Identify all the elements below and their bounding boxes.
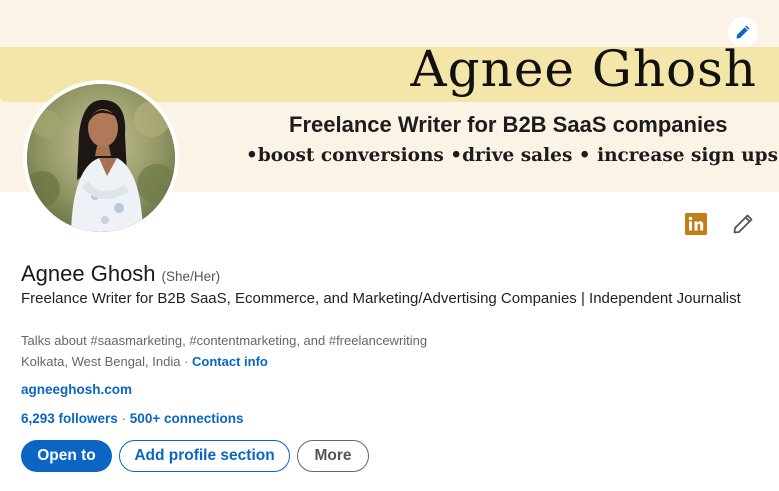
pencil-icon[interactable] [732, 213, 754, 235]
profile-photo [27, 84, 175, 232]
banner-name: Agnee Ghosh [410, 40, 757, 98]
website-link[interactable]: agneeghosh.com [21, 382, 132, 397]
location-separator: · [180, 354, 193, 369]
profile-name: Agnee Ghosh [21, 261, 156, 286]
talks-about: Talks about #saasmarketing, #contentmark… [21, 333, 428, 348]
open-to-button[interactable]: Open to [21, 440, 112, 472]
location: Kolkata, West Bengal, India [21, 354, 181, 369]
pencil-icon [736, 25, 750, 39]
more-button[interactable]: More [297, 440, 369, 472]
connections-link[interactable]: 500+ connections [130, 411, 244, 426]
network-separator: · [117, 411, 130, 426]
name-row: Agnee Ghosh (She/Her) [21, 261, 220, 287]
profile-headline: Freelance Writer for B2B SaaS, Ecommerce… [21, 290, 741, 307]
contact-info-link[interactable]: Contact info [192, 354, 268, 369]
edit-cover-button[interactable] [728, 17, 758, 47]
network-row: 6,293 followers · 500+ connections [21, 411, 243, 426]
banner-bullets: •boost conversions •drive sales • increa… [246, 145, 779, 166]
linkedin-icon[interactable] [685, 213, 707, 235]
avatar[interactable] [23, 80, 179, 236]
followers-link[interactable]: 6,293 followers [21, 411, 118, 426]
pronouns: (She/Her) [161, 269, 221, 284]
add-profile-section-button[interactable]: Add profile section [119, 440, 290, 472]
banner-tagline: Freelance Writer for B2B SaaS companies [289, 112, 728, 137]
location-row: Kolkata, West Bengal, India · Contact in… [21, 354, 268, 369]
